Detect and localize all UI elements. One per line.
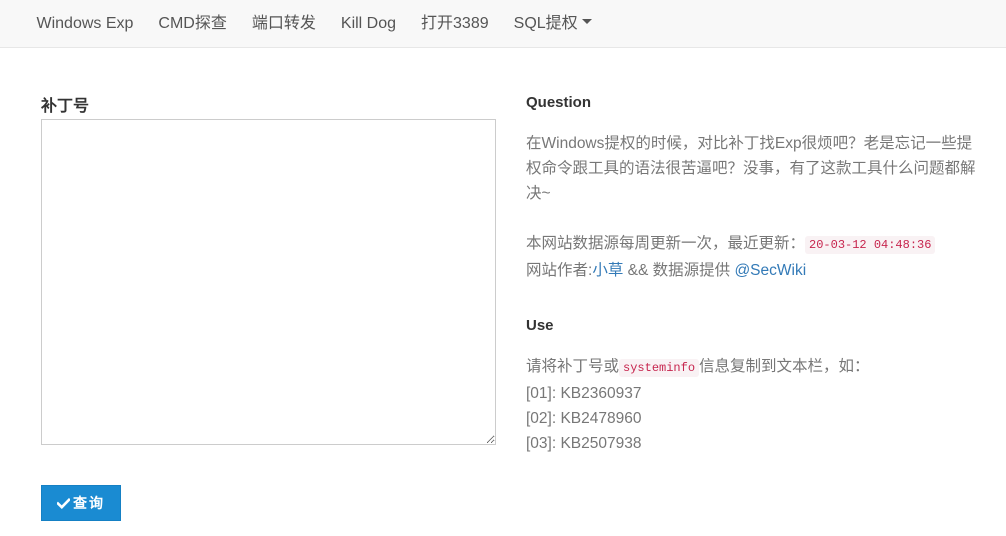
systeminfo-code: systeminfo: [619, 359, 700, 377]
use-text: 请将补丁号或 systeminfo 信息复制到文本栏，如： [01]: KB2360…: [526, 354, 982, 456]
navbar: Windows Exp CMD探查 端口转发 Kill Dog 打开3389 S…: [0, 0, 1006, 48]
author-link[interactable]: 小草: [592, 262, 623, 279]
example-line-1: [01]: KB2360937: [526, 385, 642, 402]
nav-windows-exp[interactable]: Windows Exp: [24, 0, 146, 48]
query-button[interactable]: 查询: [41, 485, 121, 521]
question-text: 在Windows提权的时候，对比补丁找Exp很烦吧？老是忘记一些提权命令跟工具的…: [526, 135, 976, 202]
caret-down-icon: [581, 18, 592, 24]
nav-port-forward[interactable]: 端口转发: [239, 0, 328, 48]
check-icon: [57, 497, 70, 509]
update-prefix: 本网站数据源每周更新一次，最近更新：: [526, 235, 806, 252]
question-title: Question: [526, 94, 592, 111]
nav-cmd-probe[interactable]: CMD探查: [146, 0, 239, 48]
update-info: 本网站数据源每周更新一次，最近更新： 20-03-12 04:48:36 网站作者…: [526, 231, 982, 283]
nav-open-3389[interactable]: 打开3389: [409, 0, 502, 48]
use-instr-suffix: 信息复制到文本栏，如：: [699, 358, 870, 375]
nav-kill-dog[interactable]: Kill Dog: [328, 0, 408, 48]
nav-sql-label: SQL提权: [513, 14, 578, 32]
update-line: 本网站数据源每周更新一次，最近更新： 20-03-12 04:48:36: [526, 231, 982, 258]
example-line-3: [03]: KB2507938: [526, 435, 642, 452]
author-mid: && 数据源提供: [623, 262, 735, 279]
example-line-2: [02]: KB2478960: [526, 410, 642, 427]
nav-sql-privesc-dropdown[interactable]: SQL提权: [501, 0, 604, 48]
use-instruction: 请将补丁号或 systeminfo 信息复制到文本栏，如：: [526, 354, 982, 381]
use-instr-prefix: 请将补丁号或: [526, 358, 620, 375]
query-button-label: 查询: [73, 495, 105, 511]
author-line: 网站作者:小草 && 数据源提供 @SecWiki: [526, 258, 982, 283]
use-title: Use: [526, 317, 554, 334]
update-time: 20-03-12 04:48:36: [805, 236, 936, 254]
patch-label: 补丁号: [41, 98, 90, 115]
patch-textarea[interactable]: [41, 119, 496, 445]
secwiki-link[interactable]: @SecWiki: [734, 262, 806, 279]
author-prefix: 网站作者:: [526, 262, 593, 279]
